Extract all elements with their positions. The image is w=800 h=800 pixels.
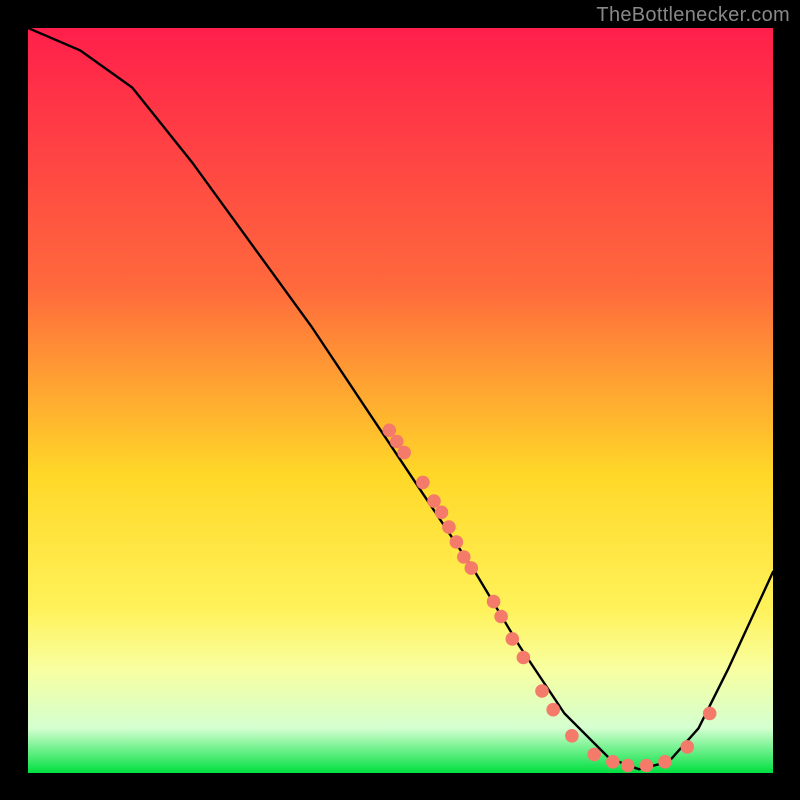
data-point: [397, 446, 411, 460]
data-point: [546, 703, 560, 717]
gradient-background: [28, 28, 773, 773]
data-point: [658, 755, 672, 769]
data-point: [621, 759, 635, 773]
data-point: [457, 550, 471, 564]
data-point: [390, 435, 404, 449]
data-point: [681, 740, 695, 754]
data-point: [427, 494, 441, 508]
plot-area: [28, 28, 773, 773]
data-point: [535, 684, 549, 698]
data-point: [640, 759, 654, 773]
data-point: [517, 651, 531, 665]
data-point: [565, 729, 579, 743]
data-point: [606, 755, 620, 769]
watermark-label: TheBottlenecker.com: [596, 4, 790, 27]
bottleneck-chart: [28, 28, 773, 773]
data-point: [435, 506, 449, 520]
data-point: [383, 424, 397, 438]
data-point: [506, 632, 520, 646]
data-point: [587, 748, 601, 762]
data-point: [450, 535, 464, 549]
data-point: [487, 595, 501, 609]
data-point: [494, 610, 508, 624]
data-point: [442, 520, 456, 534]
data-point: [703, 707, 717, 721]
data-point: [465, 561, 479, 575]
chart-frame: TheBottlenecker.com: [0, 0, 800, 800]
data-point: [416, 476, 430, 490]
